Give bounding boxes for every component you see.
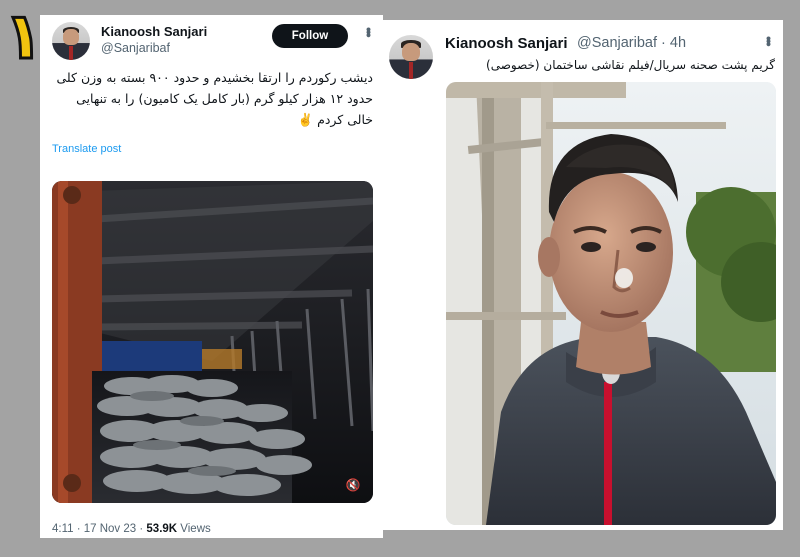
views-label: Views [177,523,211,535]
truck-interior-image [52,181,373,503]
tweet-photo[interactable] [446,82,776,525]
tweet-video[interactable]: 🔇 [52,181,373,503]
tweet-text: گریم پشت صحنه سریال/فیلم نقاشی ساختمان (… [486,58,775,72]
speaker-muted-icon[interactable]: 🔇 [343,477,363,493]
view-count: 53.9K [146,523,178,535]
tweet-text: دیشب رکوردم را ارتقا بخشیدم و حدود ۹۰۰ ب… [56,70,373,127]
translate-post-link[interactable]: Translate post [52,143,121,155]
display-name[interactable]: Kianoosh Sanjari [445,35,568,52]
user-handle[interactable]: @Sanjaribaf · 4h [577,35,686,51]
user-handle[interactable]: @Sanjaribaf [101,41,170,55]
number-badge: ۱ [3,0,45,74]
tweet-card-right: Kianoosh Sanjari @Sanjaribaf · 4h ••• گر… [383,20,783,530]
post-meta: 4:11 · 17 Nov 23 · 53.9K Views [52,523,211,535]
post-timestamp[interactable]: 4:11 · 17 Nov 23 · [52,523,146,535]
more-options-icon[interactable]: ••• [361,27,377,36]
avatar[interactable] [52,22,90,60]
display-name[interactable]: Kianoosh Sanjari [101,24,207,39]
follow-button[interactable]: Follow [272,24,348,48]
selfie-photo [446,82,776,525]
more-options-icon[interactable]: ••• [761,36,777,45]
tweet-card-left: Kianoosh Sanjari @Sanjaribaf Follow ••• … [40,15,383,538]
